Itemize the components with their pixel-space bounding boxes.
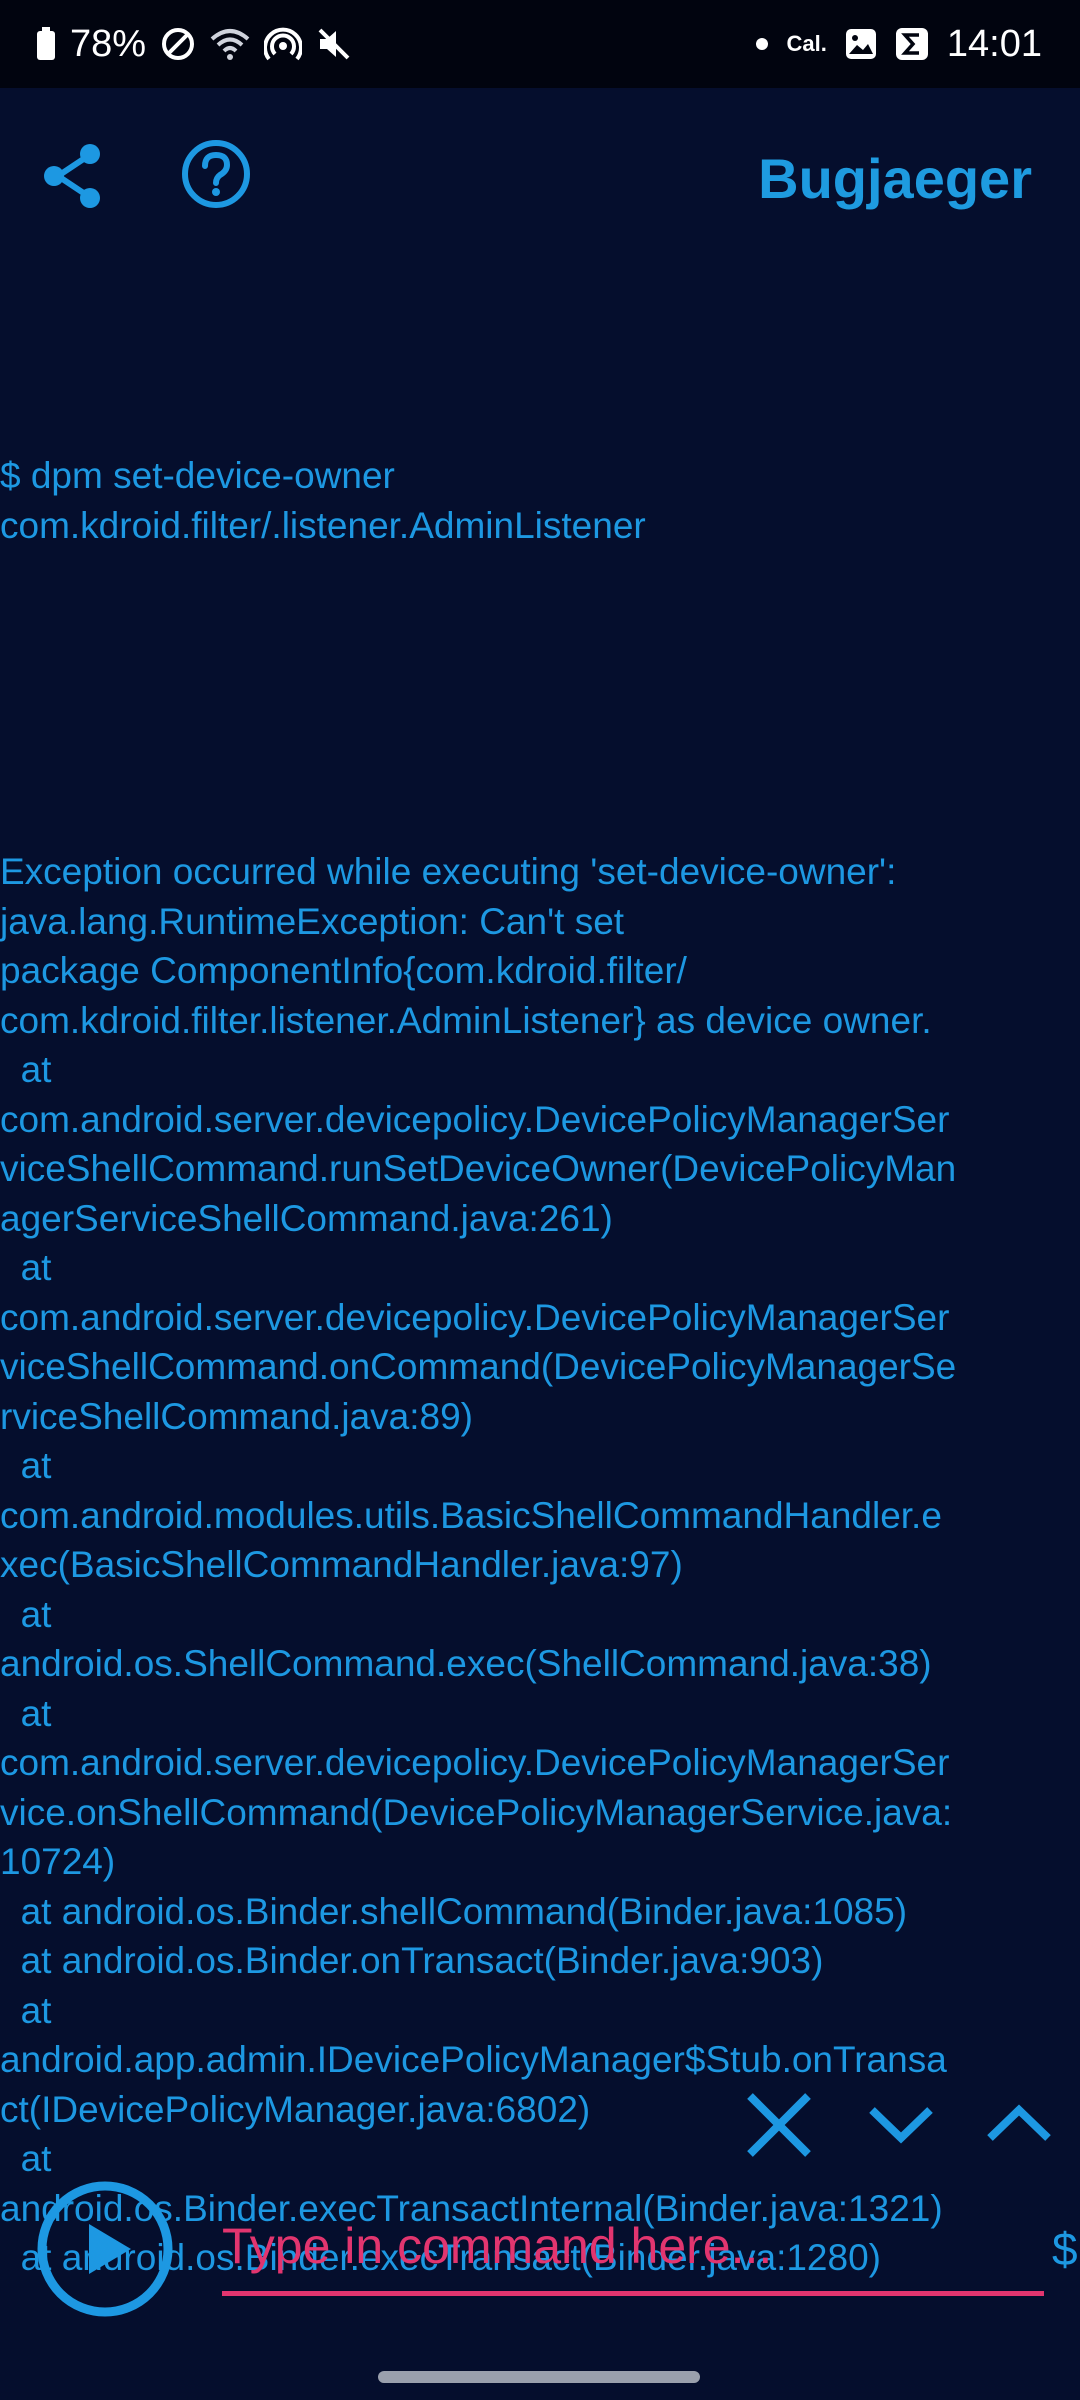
status-time: 14:01 bbox=[946, 22, 1042, 65]
battery-percentage: 78% bbox=[70, 22, 147, 65]
app-title: Bugjaeger bbox=[758, 147, 1032, 210]
chevron-up-icon bbox=[987, 2104, 1051, 2141]
notification-dot-icon bbox=[755, 37, 769, 51]
scroll-down-button[interactable] bbox=[866, 2098, 936, 2148]
scroll-up-button[interactable] bbox=[984, 2098, 1054, 2148]
help-icon bbox=[182, 140, 250, 208]
app-bar: Bugjaeger bbox=[0, 88, 1080, 258]
wifi-icon bbox=[210, 27, 250, 61]
command-input[interactable] bbox=[222, 2210, 1044, 2296]
share-button[interactable] bbox=[38, 140, 108, 210]
help-button[interactable] bbox=[180, 138, 252, 210]
run-command-button[interactable] bbox=[36, 2180, 174, 2318]
terminal-error-output: Exception occurred while executing 'set-… bbox=[0, 851, 957, 2278]
share-icon bbox=[44, 144, 100, 208]
prompt-symbol: $ bbox=[1052, 2223, 1078, 2275]
gesture-nav-handle[interactable] bbox=[378, 2371, 700, 2383]
chevron-down-icon bbox=[869, 2107, 933, 2144]
play-icon bbox=[37, 2181, 173, 2317]
terminal-spacer bbox=[0, 649, 1080, 748]
mute-icon bbox=[316, 26, 352, 62]
battery-icon bbox=[36, 27, 56, 61]
search-controls bbox=[0, 2080, 1080, 2160]
hotspot-icon bbox=[264, 26, 303, 62]
do-not-disturb-icon bbox=[160, 26, 196, 62]
clear-button[interactable] bbox=[742, 2088, 816, 2162]
status-bar: 78% Cal. 14:01 bbox=[0, 0, 1080, 88]
status-right: Cal. 14:01 bbox=[755, 23, 1042, 66]
gallery-icon bbox=[845, 28, 877, 60]
close-icon bbox=[747, 2093, 811, 2157]
status-left: 78% bbox=[36, 23, 352, 66]
sigma-icon bbox=[895, 27, 929, 61]
terminal-output: $ dpm set-device-owner com.kdroid.filter… bbox=[0, 352, 1080, 2332]
terminal-command-line: $ dpm set-device-owner com.kdroid.filter… bbox=[0, 455, 646, 546]
carrier-badge: Cal. bbox=[786, 31, 827, 56]
